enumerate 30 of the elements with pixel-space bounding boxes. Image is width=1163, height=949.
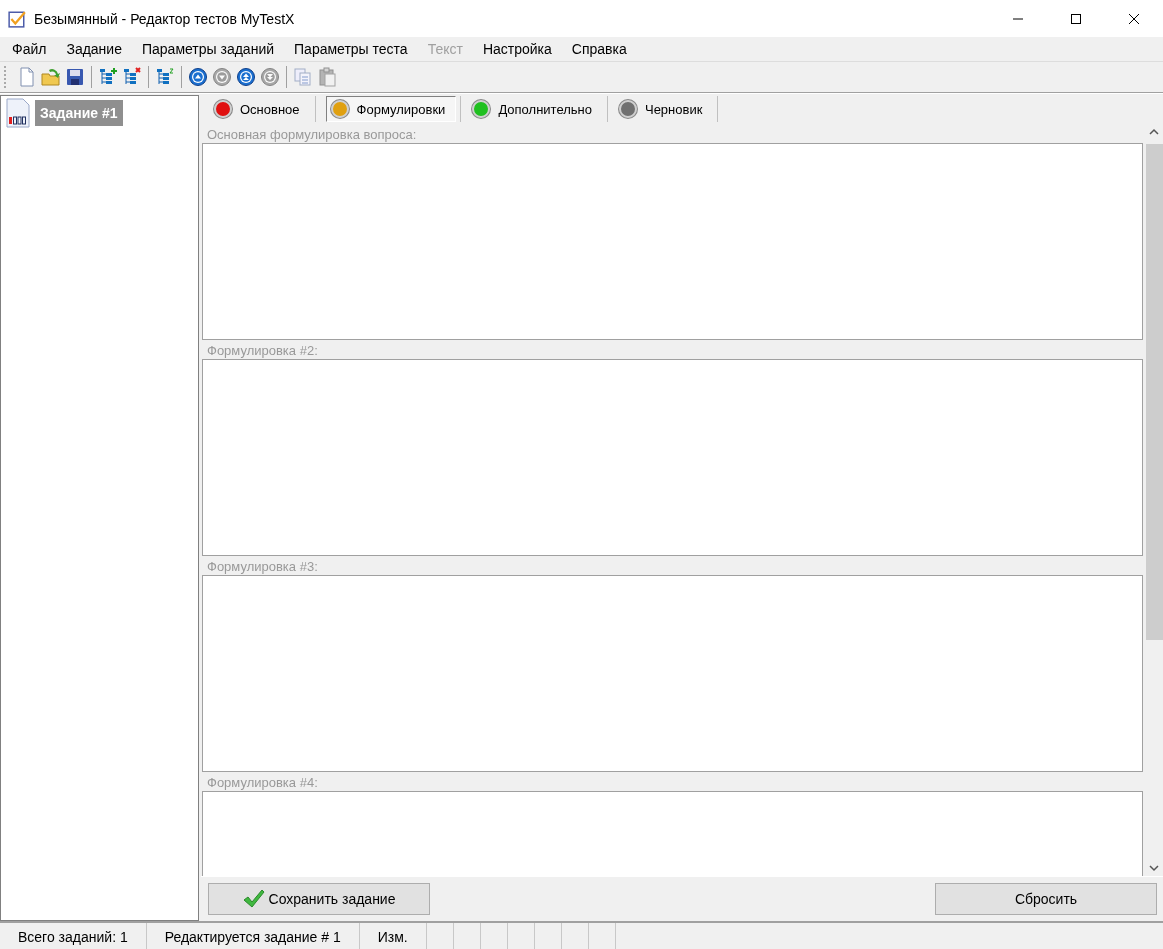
field-label: Формулировка #2: (206, 342, 319, 359)
tab[interactable]: Формулировки (325, 96, 457, 122)
window-title: Безымянный - Редактор тестов MyTestX (34, 10, 296, 27)
field-label: Основная формулировка вопроса: (206, 126, 418, 143)
menu-item[interactable]: Параметры теста (284, 41, 418, 57)
status-text: Всего заданий: 1 (0, 923, 147, 949)
menu-item[interactable]: Настройка (472, 41, 562, 57)
save-icon[interactable] (64, 66, 86, 88)
save-task-button[interactable]: Сохранить задание (208, 883, 430, 915)
up-arrow-icon[interactable] (187, 66, 209, 88)
reset-button[interactable]: Сбросить (935, 883, 1157, 915)
scroll-up-icon[interactable] (1149, 128, 1159, 136)
task-document-icon (5, 98, 31, 128)
app-icon (8, 9, 26, 28)
up-arrow-icon[interactable] (235, 66, 257, 88)
field-label: Формулировка #3: (206, 558, 319, 575)
menu-item[interactable]: Справка (561, 41, 637, 57)
status-text: Изм. (359, 923, 427, 949)
status-text: Редактируется задание # 1 (146, 923, 360, 949)
menu-item[interactable]: Задание (56, 41, 132, 57)
tab[interactable]: Основное (209, 96, 311, 122)
menu-item[interactable]: Файл (2, 41, 57, 57)
field-label: Формулировка #4: (206, 774, 319, 791)
tab[interactable]: Черновик (613, 96, 714, 122)
menu-item[interactable]: Параметры заданий (131, 41, 285, 57)
checkmark-icon (242, 889, 265, 909)
maximize-icon (1070, 12, 1082, 25)
close-icon (1128, 12, 1140, 25)
tab[interactable]: Дополнительно (467, 96, 603, 122)
scroll-down-icon[interactable] (1149, 864, 1159, 872)
